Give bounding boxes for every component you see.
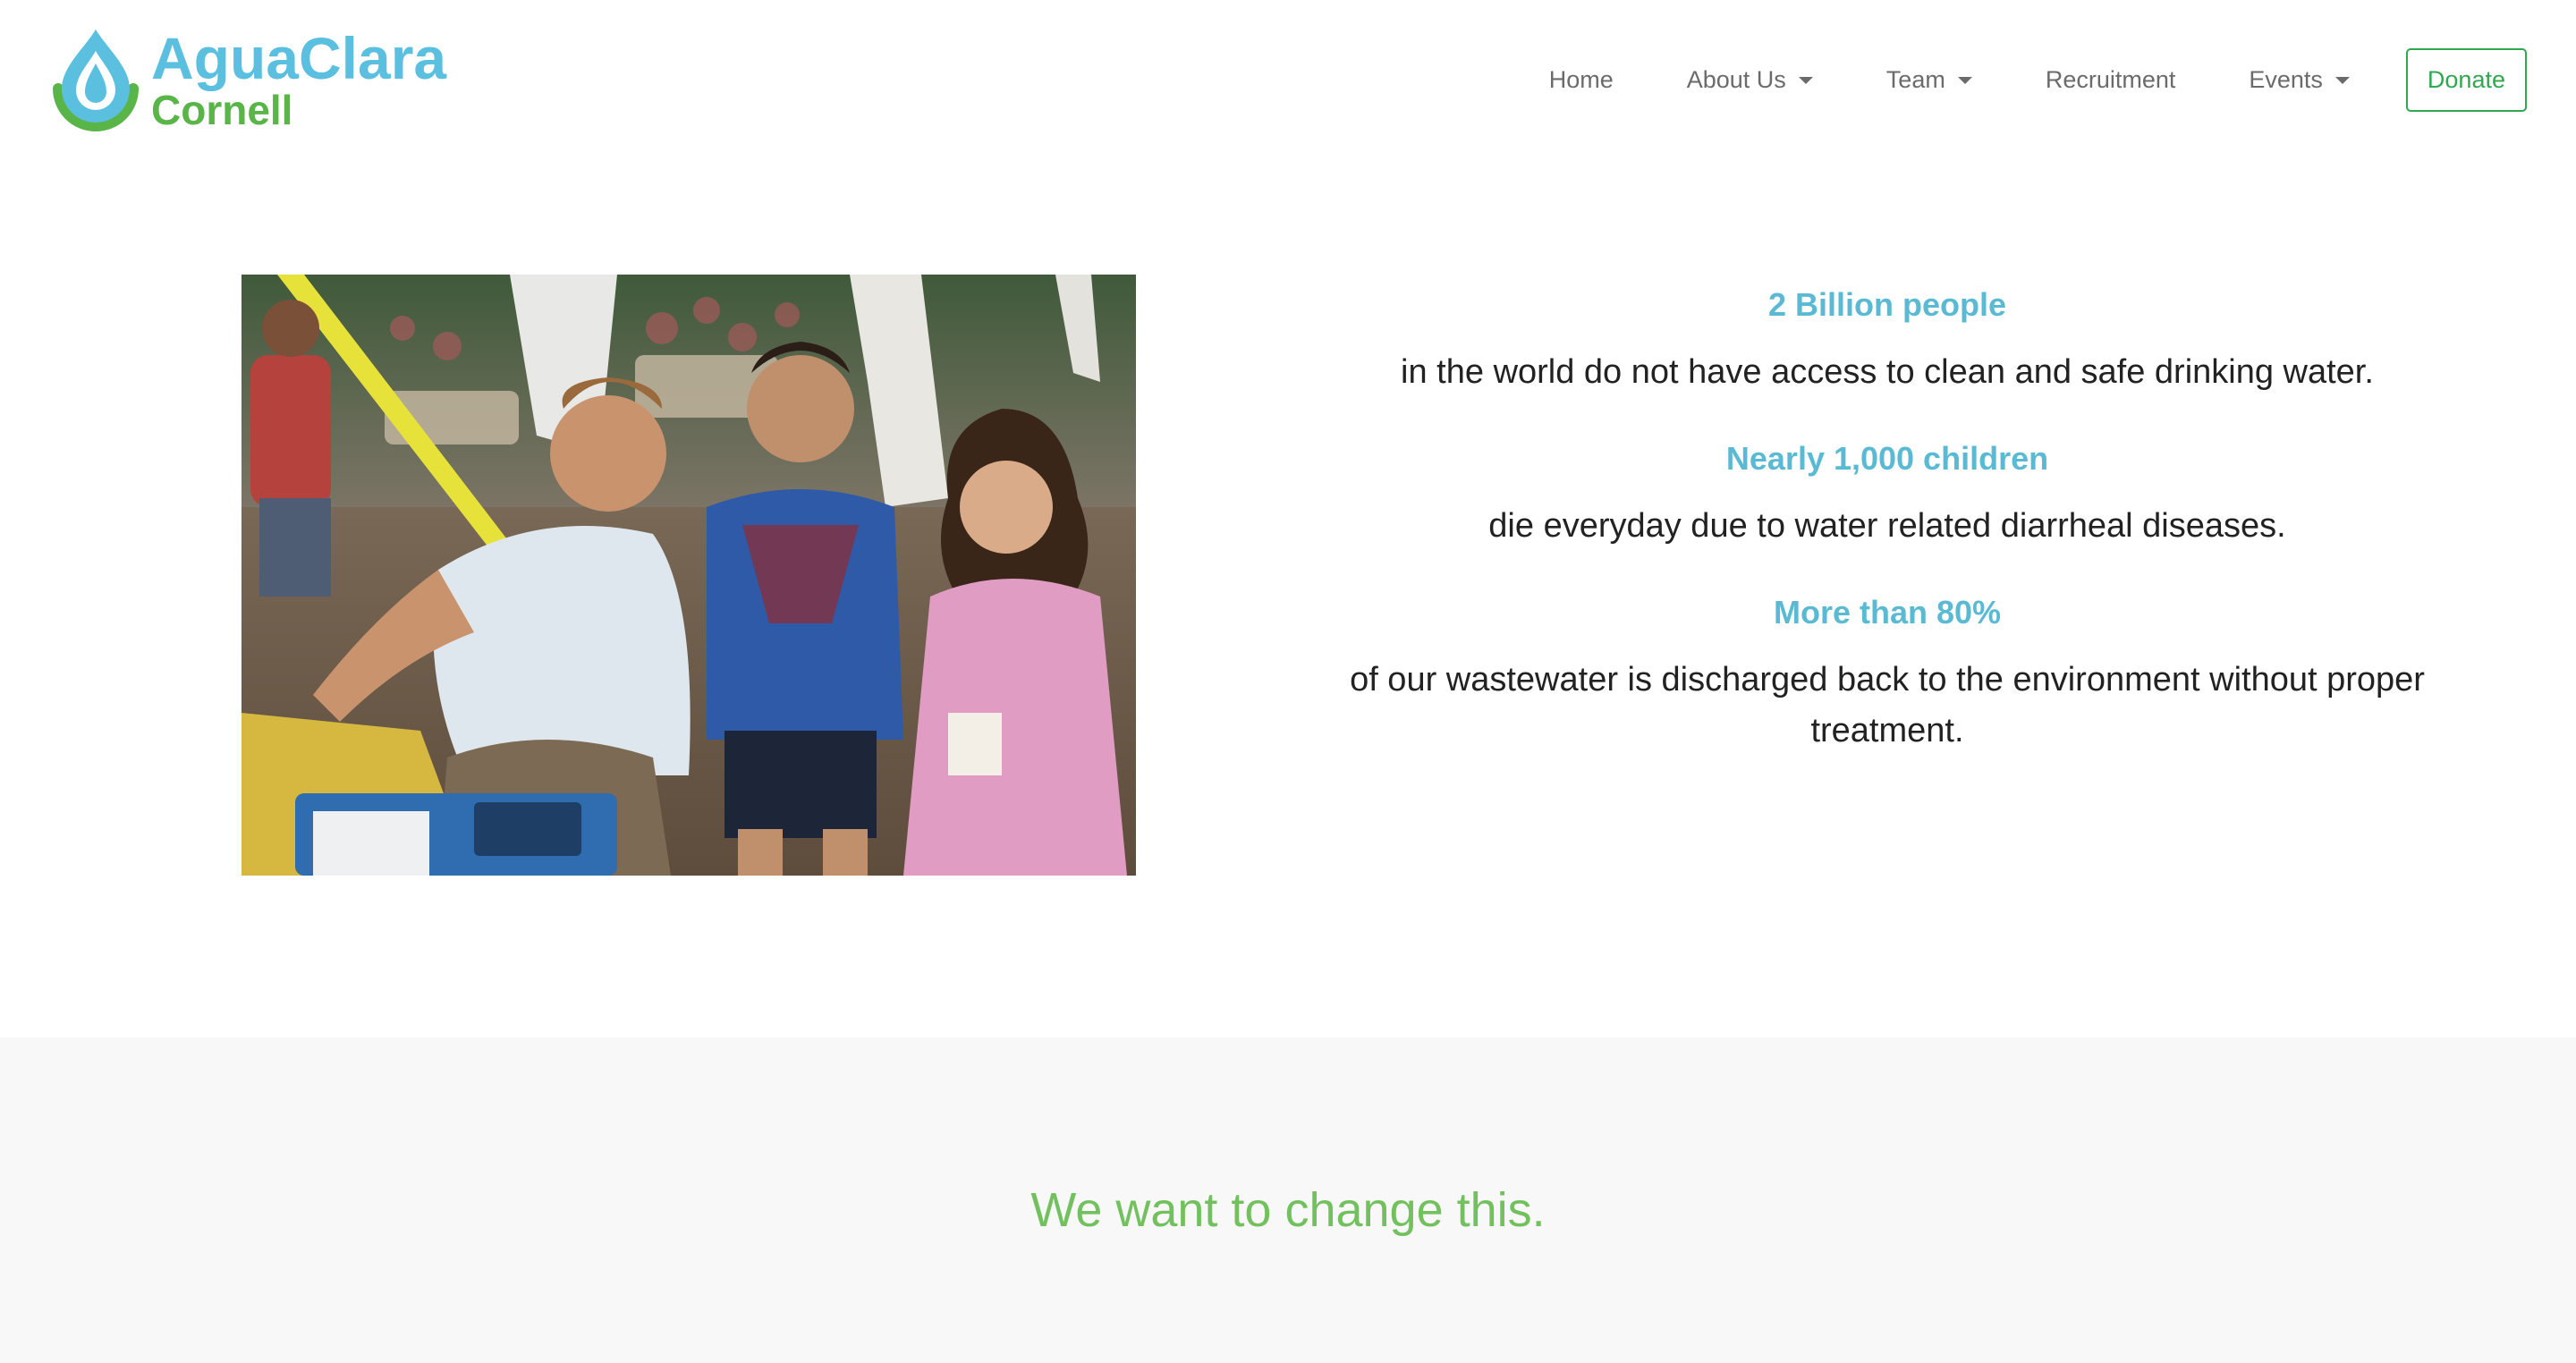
caret-down-icon <box>1798 77 1813 84</box>
main-nav: Home About Us Team Recruitment Events Do… <box>1513 47 2527 112</box>
photo-image <box>242 275 1136 876</box>
caret-down-icon <box>2334 77 2350 84</box>
stat-headline: 2 Billion people <box>1767 286 2007 323</box>
page: AguaClara Cornell Home About Us Team Rec… <box>0 0 2576 1363</box>
stats-section: 2 Billion people in the world do not hav… <box>1333 286 2442 758</box>
nav-about-us[interactable]: About Us <box>1650 66 1850 94</box>
donate-button[interactable]: Donate <box>2405 47 2527 112</box>
nav-recruitment-label: Recruitment <box>2045 65 2176 93</box>
nav-events-label: Events <box>2249 65 2323 93</box>
brand-logo-link[interactable]: AguaClara Cornell <box>49 21 446 138</box>
nav-home-label: Home <box>1548 65 1614 93</box>
hero-photo <box>242 275 1136 876</box>
brand-name-line1: AguaClara <box>151 25 447 91</box>
caret-down-icon <box>1957 77 1972 84</box>
water-drop-icon <box>53 30 139 131</box>
nav-events[interactable]: Events <box>2212 66 2386 94</box>
stat-body: of our wastewater is discharged back to … <box>1350 660 2425 750</box>
nav-about-us-label: About Us <box>1686 65 1786 93</box>
nav-team[interactable]: Team <box>1850 66 2009 94</box>
stat-headline: More than 80% <box>1773 593 2002 631</box>
navbar: AguaClara Cornell Home About Us Team Rec… <box>0 0 2576 159</box>
callout-section: We want to change this. <box>0 1037 2576 1363</box>
stat-body: die everyday due to water related diarrh… <box>1488 506 2286 545</box>
nav-recruitment[interactable]: Recruitment <box>2009 66 2213 94</box>
stat-item: 2 Billion people in the world do not hav… <box>1333 286 2442 399</box>
nav-team-label: Team <box>1885 65 1945 93</box>
stat-headline: Nearly 1,000 children <box>1725 439 2049 477</box>
nav-home[interactable]: Home <box>1513 66 1650 94</box>
callout-title: We want to change this. <box>1030 1183 1546 1237</box>
stat-body: in the world do not have access to clean… <box>1401 353 2374 391</box>
stat-item: Nearly 1,000 children die everyday due t… <box>1333 440 2442 553</box>
brand-name: AguaClara Cornell <box>151 29 446 131</box>
stat-item: More than 80% of our wastewater is disch… <box>1333 594 2442 758</box>
brand-name-line2: Cornell <box>151 87 293 133</box>
